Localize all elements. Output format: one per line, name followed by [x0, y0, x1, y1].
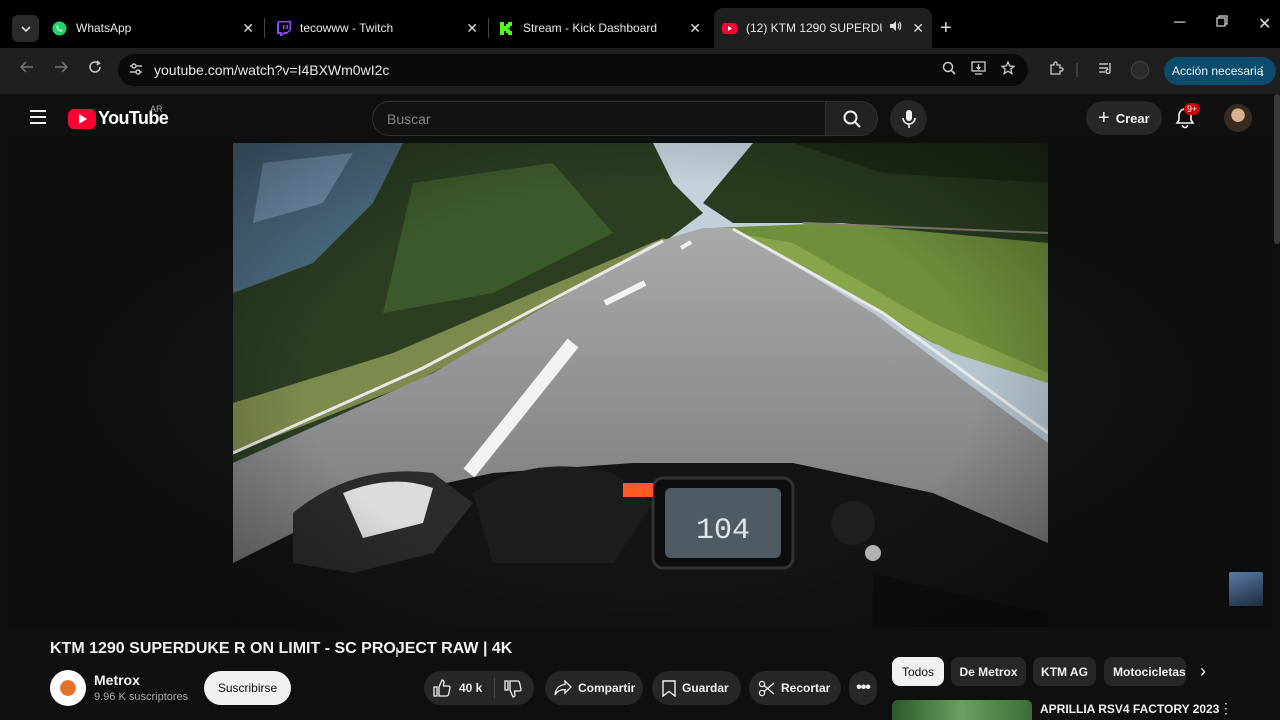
chip-ktm-ag[interactable]: KTM AG — [1033, 657, 1096, 686]
restore-icon[interactable] — [1216, 14, 1228, 32]
microphone-icon — [901, 109, 916, 128]
clip-button[interactable]: Recortar — [749, 671, 841, 705]
twitch-icon — [276, 20, 291, 36]
toolbar-divider: | — [1075, 61, 1079, 78]
plus-icon: + — [1098, 106, 1110, 129]
profile-avatar[interactable] — [1131, 61, 1149, 79]
close-icon[interactable]: ✕ — [912, 20, 924, 37]
action-required-label: Acción necesaria — [1172, 64, 1264, 78]
more-horizontal-icon: ••• — [856, 679, 871, 696]
create-label: Crear — [1115, 110, 1150, 126]
bookmark-icon — [662, 679, 676, 697]
more-actions-button[interactable]: ••• — [849, 671, 877, 705]
tab-whatsapp[interactable]: WhatsApp ✕ — [44, 8, 262, 48]
recommendation-title[interactable]: APRILLIA RSV4 FACTORY 2023 — [1040, 702, 1219, 716]
bookmark-star-icon[interactable] — [1000, 60, 1016, 79]
close-icon[interactable]: ✕ — [689, 20, 701, 37]
notification-badge: 9+ — [1184, 103, 1201, 115]
text-cursor-icon: I — [395, 644, 399, 660]
like-button[interactable] — [433, 679, 457, 700]
close-icon[interactable]: ✕ — [242, 20, 254, 37]
mini-player-thumbnail[interactable] — [1229, 572, 1263, 606]
share-button[interactable]: Compartir — [545, 671, 643, 705]
chevron-down-icon — [20, 25, 31, 32]
video-title: KTM 1290 SUPERDUKE R ON LIMIT - SC PROJE… — [50, 640, 513, 657]
tab-title: Stream - Kick Dashboard — [523, 21, 658, 35]
video-player[interactable]: 104 — [233, 143, 1048, 627]
search-input[interactable] — [373, 102, 825, 135]
subscribe-button[interactable]: Suscribirse — [204, 671, 291, 705]
tab-title: WhatsApp — [76, 21, 132, 35]
minimize-icon[interactable]: ─ — [1174, 14, 1185, 32]
youtube-logo[interactable]: YouTube AR — [68, 104, 169, 129]
extensions-puzzle-icon[interactable] — [1049, 61, 1064, 80]
chip-motocicletas[interactable]: Motocicletas — [1104, 657, 1186, 686]
like-dislike-group: 40 k — [424, 671, 534, 705]
chevron-right-icon[interactable]: › — [1200, 661, 1220, 681]
youtube-header: YouTube AR + Crear 9+ — [8, 94, 1280, 142]
recommendation-thumbnail[interactable] — [892, 700, 1032, 720]
hamburger-menu-icon[interactable] — [30, 110, 46, 124]
whatsapp-icon — [52, 20, 67, 36]
zoom-icon[interactable] — [942, 61, 956, 79]
site-info-icon[interactable] — [128, 61, 144, 77]
region-code: AR — [150, 104, 163, 114]
more-vertical-icon: ⋮ — [1256, 64, 1268, 78]
like-count: 40 k — [459, 681, 483, 695]
scissors-icon — [758, 680, 775, 696]
tab-title: (12) KTM 1290 SUPERDUKE — [746, 21, 882, 35]
new-tab-plus-icon[interactable]: + — [940, 17, 952, 40]
search-box — [372, 101, 826, 136]
voice-search-button[interactable] — [890, 100, 927, 137]
subscriber-count: 9.96 K suscriptores — [94, 691, 189, 703]
browser-toolbar: youtube.com/watch?v=I4BXWm0wI2c | Acción… — [0, 48, 1280, 94]
channel-avatar[interactable] — [50, 670, 86, 706]
more-vertical-icon[interactable]: ⋮ — [1219, 700, 1233, 717]
chip-de-metrox[interactable]: De Metrox — [951, 657, 1026, 686]
user-avatar[interactable] — [1224, 104, 1252, 132]
like-divider — [494, 678, 495, 698]
save-label: Guardar — [682, 681, 729, 695]
reload-icon[interactable] — [88, 60, 102, 79]
youtube-play-icon — [68, 108, 96, 129]
share-arrow-icon — [554, 680, 572, 696]
clip-label: Recortar — [781, 681, 831, 695]
tab-separator — [488, 18, 489, 38]
dislike-button[interactable] — [504, 680, 528, 701]
share-label: Compartir — [578, 681, 636, 695]
close-window-icon[interactable]: ✕ — [1258, 14, 1271, 34]
forward-arrow-icon[interactable] — [54, 60, 69, 79]
back-arrow-icon[interactable] — [19, 60, 34, 79]
kick-icon — [499, 21, 514, 36]
tab-separator — [264, 18, 265, 38]
install-app-icon[interactable] — [971, 61, 986, 79]
tab-title: tecowww - Twitch — [300, 21, 394, 35]
youtube-icon — [722, 21, 737, 36]
tab-kick[interactable]: Stream - Kick Dashboard ✕ — [491, 8, 709, 48]
action-required-button[interactable]: Acción necesaria ⋮ — [1164, 57, 1276, 85]
search-icon — [843, 110, 861, 128]
tab-twitch[interactable]: tecowww - Twitch ✕ — [268, 8, 486, 48]
speaker-icon[interactable] — [889, 20, 902, 35]
chip-todos[interactable]: Todos — [892, 657, 944, 686]
search-button[interactable] — [825, 101, 878, 136]
close-icon[interactable]: ✕ — [466, 20, 478, 37]
video-frame: 104 — [233, 143, 1048, 627]
create-button[interactable]: + Crear — [1086, 101, 1162, 135]
channel-name[interactable]: Metrox — [94, 672, 140, 688]
thumbs-up-icon — [433, 679, 451, 697]
thumbs-down-icon — [504, 680, 522, 698]
url-text: youtube.com/watch?v=I4BXWm0wI2c — [154, 62, 390, 78]
tab-search-button[interactable] — [12, 15, 39, 42]
address-bar[interactable]: youtube.com/watch?v=I4BXWm0wI2c — [118, 54, 1028, 86]
media-queue-icon[interactable] — [1098, 61, 1114, 79]
page-scrollbar[interactable] — [1274, 94, 1280, 244]
save-button[interactable]: Guardar — [652, 671, 741, 705]
